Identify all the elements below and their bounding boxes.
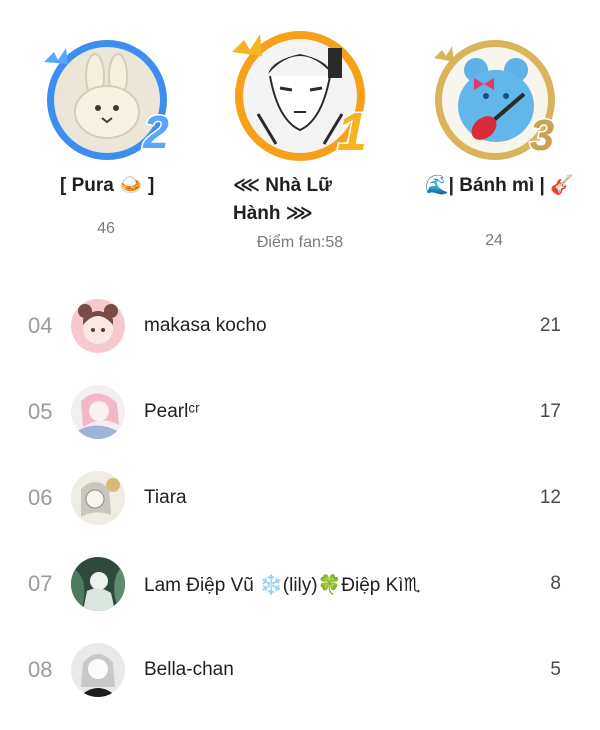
user-points: 8 xyxy=(550,573,561,594)
user-points: 5 xyxy=(550,659,561,680)
rank-number: 07 xyxy=(28,571,53,596)
avatar[interactable] xyxy=(71,643,125,697)
avatar[interactable] xyxy=(71,299,125,353)
user-points: 21 xyxy=(539,315,561,336)
rank-number: 05 xyxy=(28,399,53,424)
list-item[interactable]: 06 Tiara 12 xyxy=(0,455,600,541)
avatar[interactable] xyxy=(71,557,125,611)
rank-number: 08 xyxy=(28,657,53,682)
rank-badge-3: 3 xyxy=(530,111,554,160)
user-name: Pearlᶜʳ xyxy=(144,401,200,422)
user-name: Tiara xyxy=(144,487,187,508)
podium-name-2: [ Pura 🍛 ] xyxy=(60,175,155,196)
podium-name-3: 🌊| Bánh mì | 🎸 xyxy=(425,175,574,196)
list-item[interactable]: 04 makasa kocho 21 xyxy=(0,283,600,369)
rank-number: 06 xyxy=(28,485,53,510)
user-name: makasa kocho xyxy=(144,315,267,336)
user-points: 12 xyxy=(539,487,561,508)
list-item[interactable]: 05 Pearlᶜʳ 17 xyxy=(0,369,600,455)
crown-icon xyxy=(44,48,68,64)
podium-avatar-1[interactable]: 1 xyxy=(228,24,373,164)
user-points: 17 xyxy=(539,401,561,422)
user-name: Lam Điệp Vũ ❄️(lily)🍀Điệp Kì♏ xyxy=(144,575,421,596)
list-item[interactable]: 08 Bella-chan 5 xyxy=(0,627,600,713)
crown-icon xyxy=(232,34,262,56)
rank-badge-1: 1 xyxy=(337,102,367,162)
avatar[interactable] xyxy=(71,385,125,439)
podium-score-3: 24 xyxy=(485,232,503,249)
rank-number: 04 xyxy=(28,313,53,338)
podium-score-1: Điểm fan:58 xyxy=(256,234,344,251)
user-name: Bella-chan xyxy=(144,659,234,680)
podium-avatar-3[interactable]: 3 xyxy=(428,36,563,166)
list-item[interactable]: 07 Lam Điệp Vũ ❄️(lily)🍀Điệp Kì♏ 8 xyxy=(0,541,600,627)
podium: 2 [ Pura 🍛 ] 46 1 ⋘ Nhà Lữ Hành ⋙ Điểm f… xyxy=(0,0,600,270)
crown-icon xyxy=(434,46,454,62)
avatar[interactable] xyxy=(71,471,125,525)
podium-name-1: ⋘ Nhà Lữ Hành ⋙ xyxy=(233,175,332,224)
rank-badge-2: 2 xyxy=(142,106,169,158)
podium-avatar-2[interactable]: 2 xyxy=(40,36,175,166)
podium-score-2: 46 xyxy=(97,220,115,237)
